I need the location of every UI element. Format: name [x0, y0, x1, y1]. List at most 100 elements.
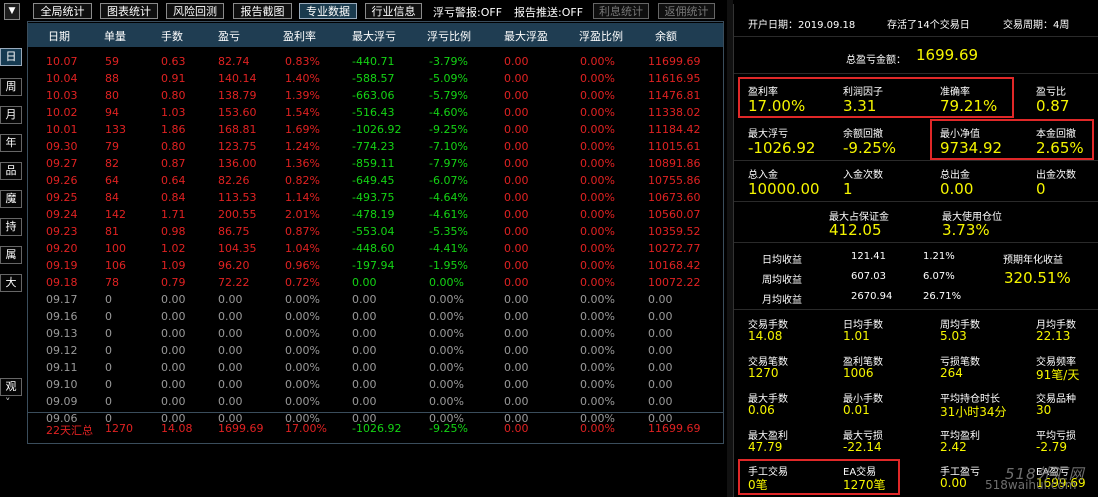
cell-lots: 0.87	[161, 157, 186, 170]
stat-value: 31小时34分	[940, 405, 1007, 419]
cell-float-loss-ratio: 0.00%	[429, 395, 464, 408]
table-row[interactable]: 09.11 0 0.00 0.00 0.00% 0.00 0.00% 0.00 0.00% 0.0…	[28, 360, 723, 376]
max-margin-value: 412.05	[829, 221, 882, 239]
deposit-label: 总入金	[748, 170, 778, 181]
cell-float-loss-ratio: 0.00%	[429, 344, 464, 357]
cell-orders: 80	[105, 89, 119, 102]
table-row[interactable]: 09.26 64 0.64 82.26 0.82% -649.45 -6.07% 0.00 0.…	[28, 173, 723, 189]
table-row[interactable]: 09.20 100 1.02 104.35 1.04% -448.60 -4.41% 0.00…	[28, 241, 723, 257]
col-profit-rate[interactable]: 盈利率	[283, 28, 316, 44]
report-screenshot-button[interactable]: 报告截图	[233, 3, 292, 19]
col-pnl[interactable]: 盈亏	[218, 28, 240, 44]
monthly-return-pct: 26.71%	[923, 291, 962, 302]
col-max-float-loss[interactable]: 最大浮亏	[352, 28, 396, 44]
stat-value: 30	[1036, 403, 1052, 417]
sidebar-item-week[interactable]: 周	[0, 78, 22, 96]
col-max-float-profit[interactable]: 最大浮盈	[504, 28, 548, 44]
highlight-box	[738, 459, 900, 495]
trade-cycle: 交易周期：4周	[1003, 20, 1070, 31]
stat-value: 0.00	[940, 476, 967, 490]
col-date[interactable]: 日期	[48, 28, 70, 44]
survived-days: 存活了14个交易日	[887, 20, 970, 31]
table-row[interactable]: 10.01 133 1.86 168.81 1.69% -1026.92 -9.25% 0.0…	[28, 122, 723, 138]
rebate-stats-button[interactable]: 返佣统计	[658, 3, 715, 19]
risk-backtest-button[interactable]: 风险回测	[166, 3, 224, 19]
cell-orders: 94	[105, 106, 119, 119]
col-lots[interactable]: 手数	[161, 28, 183, 44]
cell-profit-rate: 0.00%	[285, 378, 320, 391]
cell-float-loss-ratio: -4.41%	[429, 242, 468, 255]
cell-date: 09.09	[46, 395, 78, 408]
balance-drawdown-value: -9.25%	[843, 139, 897, 157]
summary-date: 22天汇总	[46, 424, 93, 437]
cell-float-profit-ratio: 0.00%	[580, 395, 615, 408]
stat-value: 47.79	[748, 440, 783, 454]
cell-pnl: 96.20	[218, 259, 250, 272]
table-row[interactable]: 09.10 0 0.00 0.00 0.00% 0.00 0.00% 0.00 0.00% 0.0…	[28, 377, 723, 393]
table-row[interactable]: 09.27 82 0.87 136.00 1.36% -859.11 -7.97% 0.00 0…	[28, 156, 723, 172]
table-row[interactable]: 10.04 88 0.91 140.14 1.40% -588.57 -5.09% 0.00 0…	[28, 71, 723, 87]
cell-float-profit-ratio: 0.00%	[580, 55, 615, 68]
sidebar-item-positions[interactable]: 持仓	[0, 218, 22, 236]
cell-float-profit-ratio: 0.00%	[580, 361, 615, 374]
col-float-loss-ratio[interactable]: 浮亏比例	[427, 28, 471, 44]
table-row[interactable]: 09.18 78 0.79 72.22 0.72% 0.00 0.00% 0.00 0.00% 1…	[28, 275, 723, 291]
float-loss-alert-toggle[interactable]: 浮亏警报:OFF	[433, 4, 502, 20]
cell-pnl: 200.55	[218, 208, 257, 221]
scroll-down-icon[interactable]: ˅	[5, 396, 11, 409]
table-row[interactable]: 10.03 80 0.80 138.79 1.39% -663.06 -5.79% 0.00 0…	[28, 88, 723, 104]
cell-max-float-loss: -588.57	[352, 72, 395, 85]
sidebar-item-month[interactable]: 月	[0, 106, 22, 124]
cell-balance: 0.00	[648, 310, 673, 323]
stat-value: -22.14	[843, 440, 882, 454]
table-row[interactable]: 09.09 0 0.00 0.00 0.00% 0.00 0.00% 0.00 0.00% 0.0…	[28, 394, 723, 410]
cell-max-float-profit: 0.00	[504, 106, 529, 119]
industry-info-button[interactable]: 行业信息	[365, 3, 422, 19]
cell-orders: 81	[105, 225, 119, 238]
summary-max-float-profit: 0.00	[504, 422, 529, 435]
cell-max-float-profit: 0.00	[504, 327, 529, 340]
cell-date: 09.17	[46, 293, 78, 306]
sidebar-item-large-font[interactable]: 大字	[0, 274, 22, 292]
sidebar-item-attributes[interactable]: 属性	[0, 246, 22, 264]
table-row[interactable]: 09.24 142 1.71 200.55 2.01% -478.19 -4.61% 0.00…	[28, 207, 723, 223]
table-row[interactable]: 09.16 0 0.00 0.00 0.00% 0.00 0.00% 0.00 0.00% 0.0…	[28, 309, 723, 325]
table-row[interactable]: 09.25 84 0.84 113.53 1.14% -493.75 -4.64% 0.00 0…	[28, 190, 723, 206]
sidebar-item-magic[interactable]: 魔号	[0, 190, 22, 208]
cell-max-float-loss: -440.71	[352, 55, 395, 68]
table-row[interactable]: 09.13 0 0.00 0.00 0.00% 0.00 0.00% 0.00 0.00% 0.0…	[28, 326, 723, 342]
cell-profit-rate: 1.04%	[285, 242, 320, 255]
highlight-box	[738, 77, 1014, 118]
table-row[interactable]: 09.17 0 0.00 0.00 0.00% 0.00 0.00% 0.00 0.00% 0.0…	[28, 292, 723, 308]
table-row[interactable]: 10.02 94 1.03 153.60 1.54% -516.43 -4.60% 0.00 0…	[28, 105, 723, 121]
deposit-count-value: 1	[843, 180, 853, 198]
report-push-toggle[interactable]: 报告推送:OFF	[514, 4, 583, 20]
table-row[interactable]: 10.07 59 0.63 82.74 0.83% -440.71 -3.79% 0.00 0.…	[28, 54, 723, 70]
sidebar-item-observe[interactable]: 观摩	[0, 378, 22, 396]
table-row[interactable]: 09.19 106 1.09 96.20 0.96% -197.94 -1.95% 0.00 0…	[28, 258, 723, 274]
table-row[interactable]: 09.23 81 0.98 86.75 0.87% -553.04 -5.35% 0.00 0.…	[28, 224, 723, 240]
cell-balance: 10359.52	[648, 225, 701, 238]
cell-pnl: 0.00	[218, 310, 243, 323]
interest-stats-button[interactable]: 利息统计	[593, 3, 649, 19]
col-balance[interactable]: 余额	[655, 28, 677, 44]
sidebar-item-symbol[interactable]: 品种	[0, 162, 22, 180]
pro-data-button[interactable]: 专业数据	[299, 3, 357, 19]
sidebar-item-day[interactable]: 日	[0, 48, 22, 66]
cell-lots: 1.03	[161, 106, 186, 119]
global-stats-button[interactable]: 全局统计	[33, 3, 92, 19]
sidebar-item-year[interactable]: 年	[0, 134, 22, 152]
chart-stats-button[interactable]: 图表统计	[100, 3, 158, 19]
col-orders[interactable]: 单量	[104, 28, 126, 44]
panel-splitter[interactable]	[727, 0, 733, 497]
summary-float-profit-ratio: 0.00%	[580, 422, 615, 435]
table-row[interactable]: 09.12 0 0.00 0.00 0.00% 0.00 0.00% 0.00 0.00% 0.0…	[28, 343, 723, 359]
col-float-profit-ratio[interactable]: 浮盈比例	[579, 28, 623, 44]
divider	[734, 36, 1098, 37]
stat-value: 22.13	[1036, 329, 1071, 343]
cell-max-float-profit: 0.00	[504, 259, 529, 272]
table-row[interactable]: 09.30 79 0.80 123.75 1.24% -774.23 -7.10% 0.00 0…	[28, 139, 723, 155]
dropdown-icon[interactable]: ▼	[4, 3, 20, 20]
cell-orders: 78	[105, 276, 119, 289]
cell-orders: 79	[105, 140, 119, 153]
